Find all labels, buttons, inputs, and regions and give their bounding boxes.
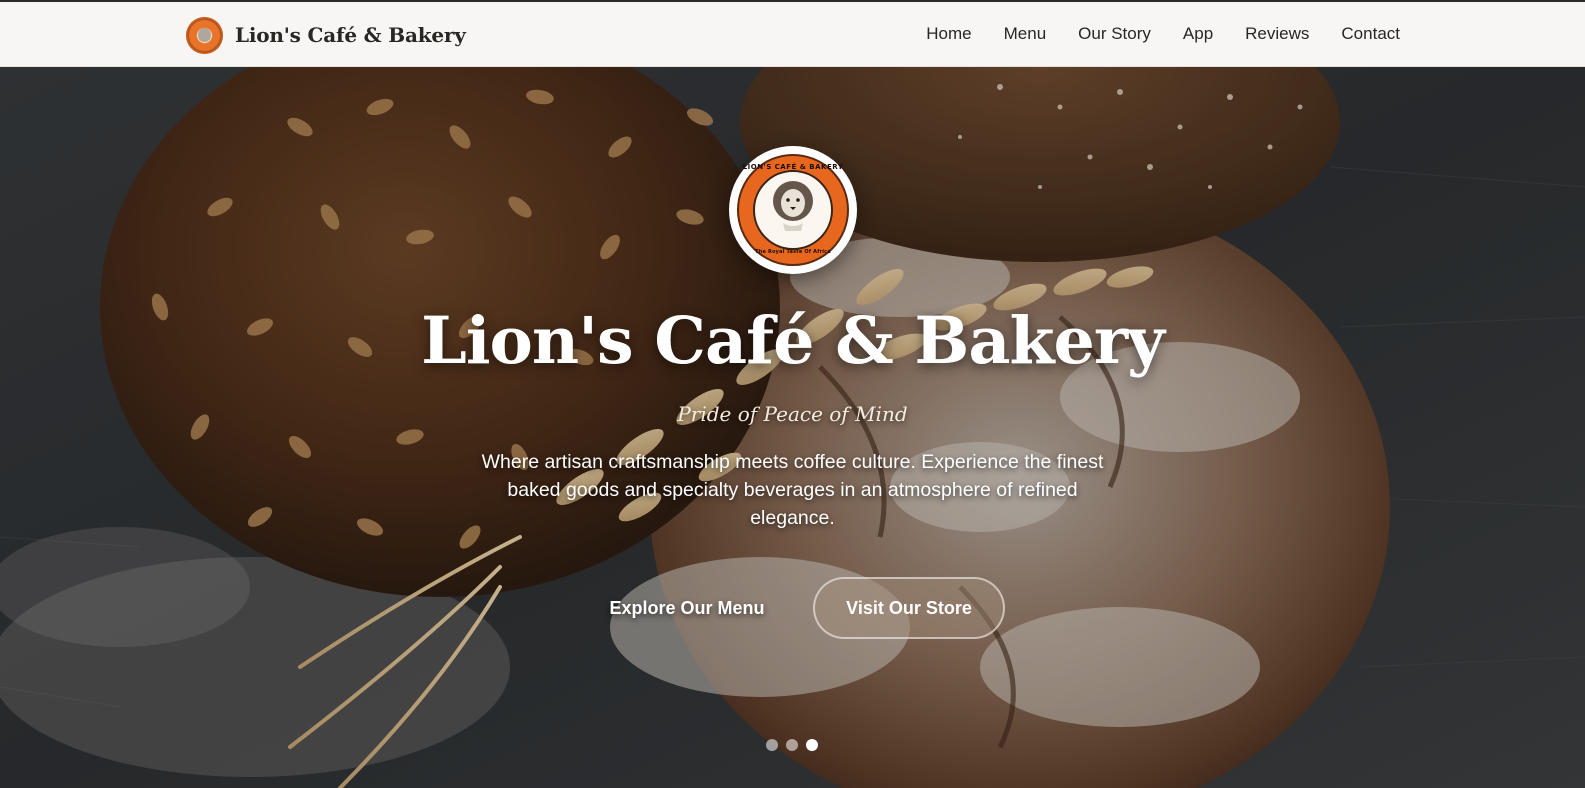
hero-section: LION'S CAFÉ & BAKERY The Royal Taste Of … xyxy=(0,67,1585,788)
emblem-text-top: LION'S CAFÉ & BAKERY xyxy=(742,163,844,171)
hero-title: Lion's Café & Bakery xyxy=(421,303,1165,379)
carousel-dot[interactable] xyxy=(786,739,798,751)
lion-cafe-emblem-icon: LION'S CAFÉ & BAKERY The Royal Taste Of … xyxy=(729,146,857,274)
emblem-text-bottom: The Royal Taste Of Africa xyxy=(755,249,831,255)
nav-link-contact[interactable]: Contact xyxy=(1341,24,1400,44)
hero-description: Where artisan craftsmanship meets coffee… xyxy=(481,451,1104,529)
nav-links: Home Menu Our Story App Reviews Contact xyxy=(926,2,1400,66)
window-top-border xyxy=(0,0,1585,2)
visit-store-button[interactable]: Visit Our Store xyxy=(813,577,1005,639)
carousel-dot[interactable] xyxy=(766,739,778,751)
carousel-dots xyxy=(766,739,818,751)
lion-face-icon xyxy=(773,181,813,231)
carousel-dot[interactable] xyxy=(806,739,818,751)
hero-tagline: Pride of Peace of Mind xyxy=(677,402,908,426)
nav-link-home[interactable]: Home xyxy=(926,24,971,44)
nav-link-reviews[interactable]: Reviews xyxy=(1245,24,1309,44)
nav-link-our-story[interactable]: Our Story xyxy=(1078,24,1151,44)
nav-link-menu[interactable]: Menu xyxy=(1004,24,1047,44)
nav-link-app[interactable]: App xyxy=(1183,24,1213,44)
brand-name[interactable]: Lion's Café & Bakery xyxy=(235,23,466,47)
brand[interactable]: Lion's Café & Bakery xyxy=(186,16,466,54)
explore-menu-button[interactable]: Explore Our Menu xyxy=(589,580,785,636)
navbar: Lion's Café & Bakery Home Menu Our Story… xyxy=(0,2,1585,67)
lion-cafe-logo-icon[interactable] xyxy=(186,16,223,54)
